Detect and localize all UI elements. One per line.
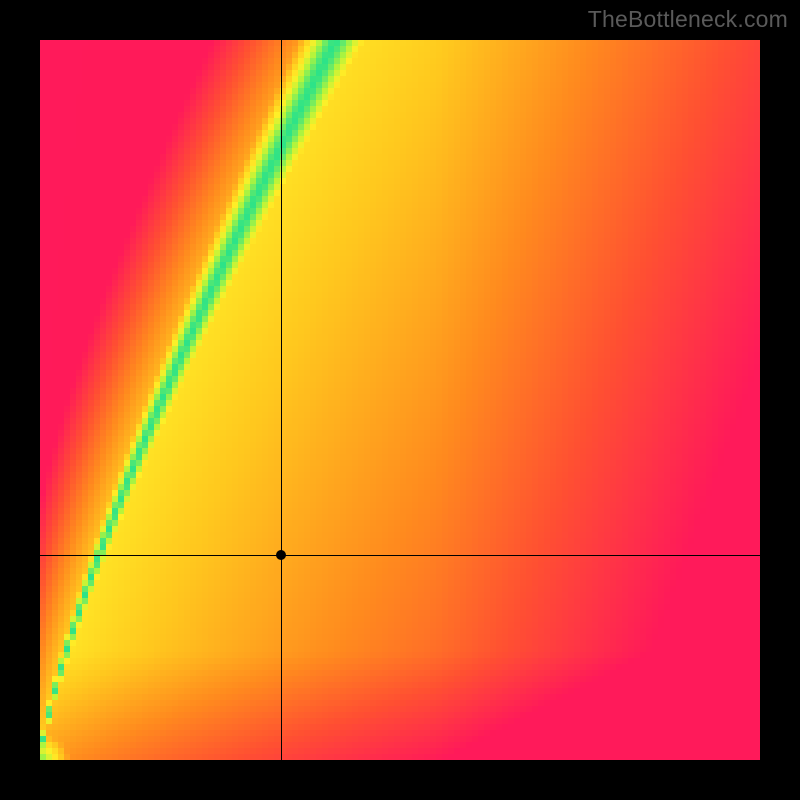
chart-frame: TheBottleneck.com [0,0,800,800]
crosshair-horizontal [40,555,760,556]
data-point-marker [276,550,286,560]
watermark-text: TheBottleneck.com [588,6,788,33]
heatmap-plot [40,40,760,760]
crosshair-vertical [281,40,282,760]
heatmap-canvas [40,40,760,760]
